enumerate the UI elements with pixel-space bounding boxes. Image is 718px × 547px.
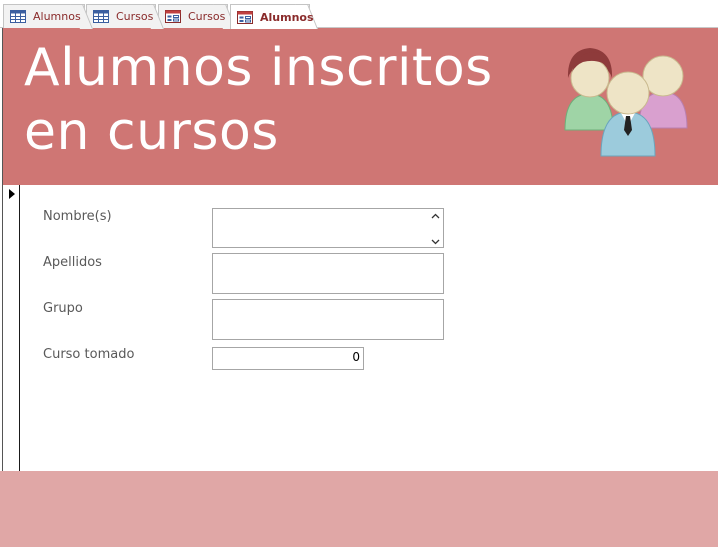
access-form-window: Alumnos Cursos Cursos Alumnos Alumnos in…	[0, 0, 718, 547]
tab-label: Cursos	[116, 10, 154, 23]
form-footer	[0, 471, 718, 547]
tab-label: Cursos	[188, 10, 226, 23]
form-title-line-2: en cursos	[24, 102, 279, 162]
form-detail-section: Nombre(s) Apellidos Grupo Curso tomado 0	[20, 185, 718, 471]
form-icon	[165, 10, 181, 23]
table-icon	[10, 10, 26, 23]
current-record-pointer-icon	[9, 189, 15, 199]
tab-cursos-form[interactable]: Cursos	[158, 4, 228, 28]
nombres-field[interactable]	[212, 208, 444, 248]
nombres-scrollbar[interactable]	[430, 211, 441, 247]
grupo-field[interactable]	[212, 299, 444, 340]
apellidos-field[interactable]	[212, 253, 444, 294]
people-group-icon	[564, 48, 688, 157]
document-tab-strip: Alumnos Cursos Cursos Alumnos	[0, 0, 718, 29]
form-title-line-1: Alumnos inscritos	[24, 38, 493, 98]
grupo-label: Grupo	[43, 301, 83, 316]
form-header: Alumnos inscritos en cursos	[3, 28, 718, 185]
curso-tomado-field[interactable]: 0	[212, 347, 364, 370]
form-title: Alumnos inscritos en cursos	[24, 36, 544, 164]
curso-tomado-label: Curso tomado	[43, 347, 135, 362]
record-selector[interactable]	[3, 185, 20, 471]
nombres-label: Nombre(s)	[43, 209, 112, 224]
scroll-up-icon[interactable]	[431, 213, 440, 219]
form-icon	[237, 10, 253, 24]
apellidos-label: Apellidos	[43, 255, 102, 270]
tab-alumnos-table[interactable]: Alumnos	[3, 4, 85, 28]
scroll-down-icon[interactable]	[431, 239, 440, 245]
table-icon	[93, 10, 109, 23]
tab-cursos-table[interactable]: Cursos	[86, 4, 156, 28]
tab-label: Alumnos	[33, 10, 81, 23]
tab-label: Alumnos	[260, 10, 314, 24]
tab-alumnos-form[interactable]: Alumnos	[230, 4, 314, 29]
curso-tomado-value: 0	[352, 350, 360, 364]
